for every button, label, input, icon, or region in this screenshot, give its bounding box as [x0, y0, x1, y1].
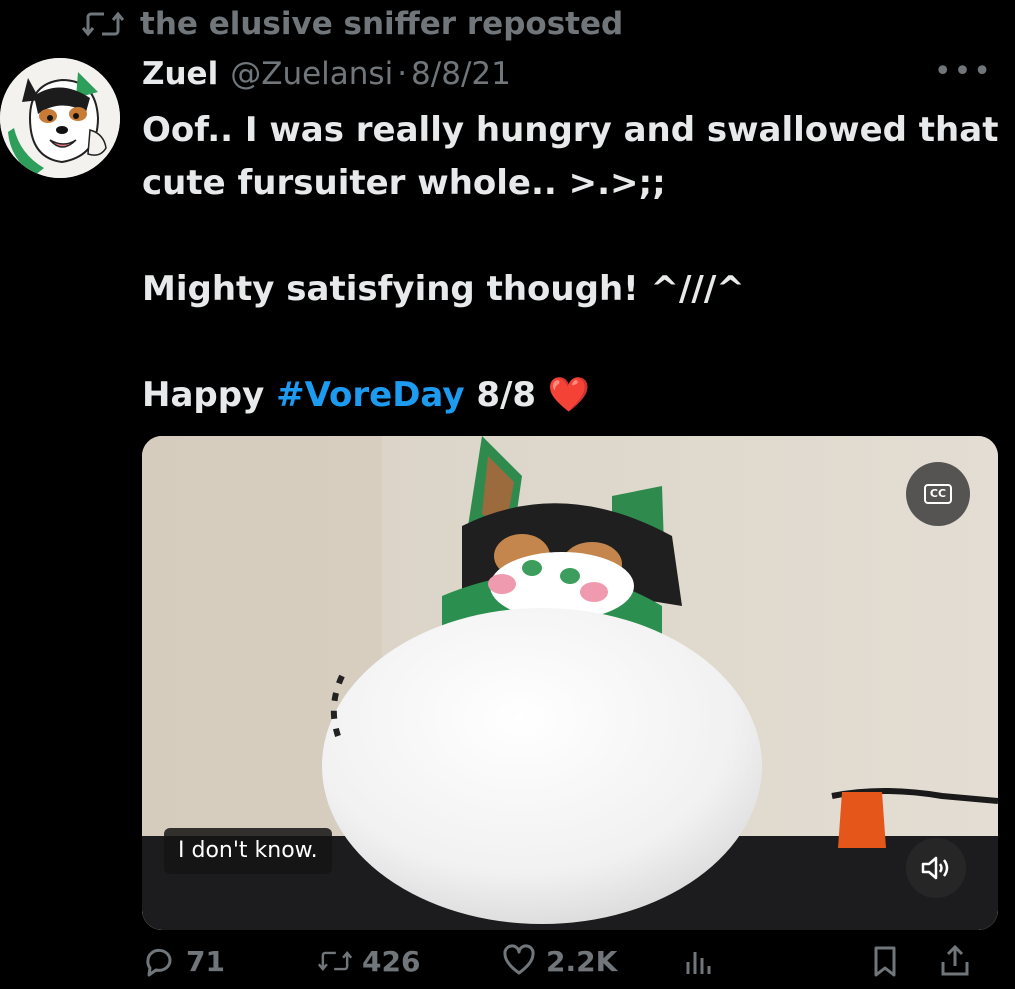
- tweet-date[interactable]: 8/8/21: [411, 56, 511, 92]
- volume-icon: [921, 856, 949, 880]
- repost-count: 426: [362, 944, 421, 978]
- tweet-text-segment: 8/8: [464, 375, 548, 415]
- share-icon: [941, 944, 969, 976]
- like-count: 2.2K: [546, 944, 618, 978]
- reply-icon: [146, 948, 172, 977]
- tweet-line: Mighty satisfying though! ^///^: [142, 269, 745, 309]
- heart-emoji: ❤️: [547, 375, 591, 415]
- tweet-line: Happy #VoreDay 8/8 ❤️: [142, 369, 1002, 422]
- like-button[interactable]: 2.2K: [502, 944, 617, 978]
- reply-count: 71: [186, 944, 225, 978]
- tweet-text: Oof.. I was really hungry and swallowed …: [142, 104, 1002, 422]
- repost-icon: [318, 951, 352, 971]
- author-handle[interactable]: @Zuelansi: [230, 56, 393, 92]
- captions-button[interactable]: CC: [906, 462, 970, 526]
- tweet-line: Oof.. I was really hungry and swallowed …: [142, 110, 999, 150]
- share-button[interactable]: [938, 944, 972, 978]
- video-player[interactable]: CC I don't know.: [142, 436, 998, 930]
- avatar[interactable]: [0, 58, 120, 178]
- more-icon[interactable]: •••: [934, 57, 993, 87]
- tweet-text-segment: Happy: [142, 375, 277, 415]
- tweet-header: Zuel @Zuelansi · 8/8/21: [142, 56, 511, 100]
- views-button[interactable]: [682, 944, 726, 978]
- author-name[interactable]: Zuel: [142, 56, 218, 92]
- repost-icon: [82, 11, 124, 37]
- repost-button[interactable]: 426: [318, 944, 420, 978]
- captions-label: CC: [923, 484, 953, 504]
- tweet-line: cute fursuiter whole.. >.>;;: [142, 163, 666, 203]
- hashtag-link[interactable]: #VoreDay: [276, 375, 464, 415]
- volume-button[interactable]: [906, 838, 966, 898]
- avatar-image: [0, 58, 120, 178]
- header-separator: ·: [397, 56, 408, 92]
- bookmark-button[interactable]: [868, 944, 902, 978]
- views-icon: [686, 952, 711, 974]
- repost-indicator[interactable]: the elusive sniffer reposted: [82, 4, 623, 44]
- heart-icon: [503, 944, 535, 975]
- action-bar: 71 426 2.2K: [142, 944, 1002, 989]
- reply-button[interactable]: 71: [142, 944, 225, 978]
- bookmark-icon: [874, 946, 896, 977]
- video-caption: I don't know.: [164, 828, 332, 874]
- repost-text: the elusive sniffer reposted: [140, 6, 624, 42]
